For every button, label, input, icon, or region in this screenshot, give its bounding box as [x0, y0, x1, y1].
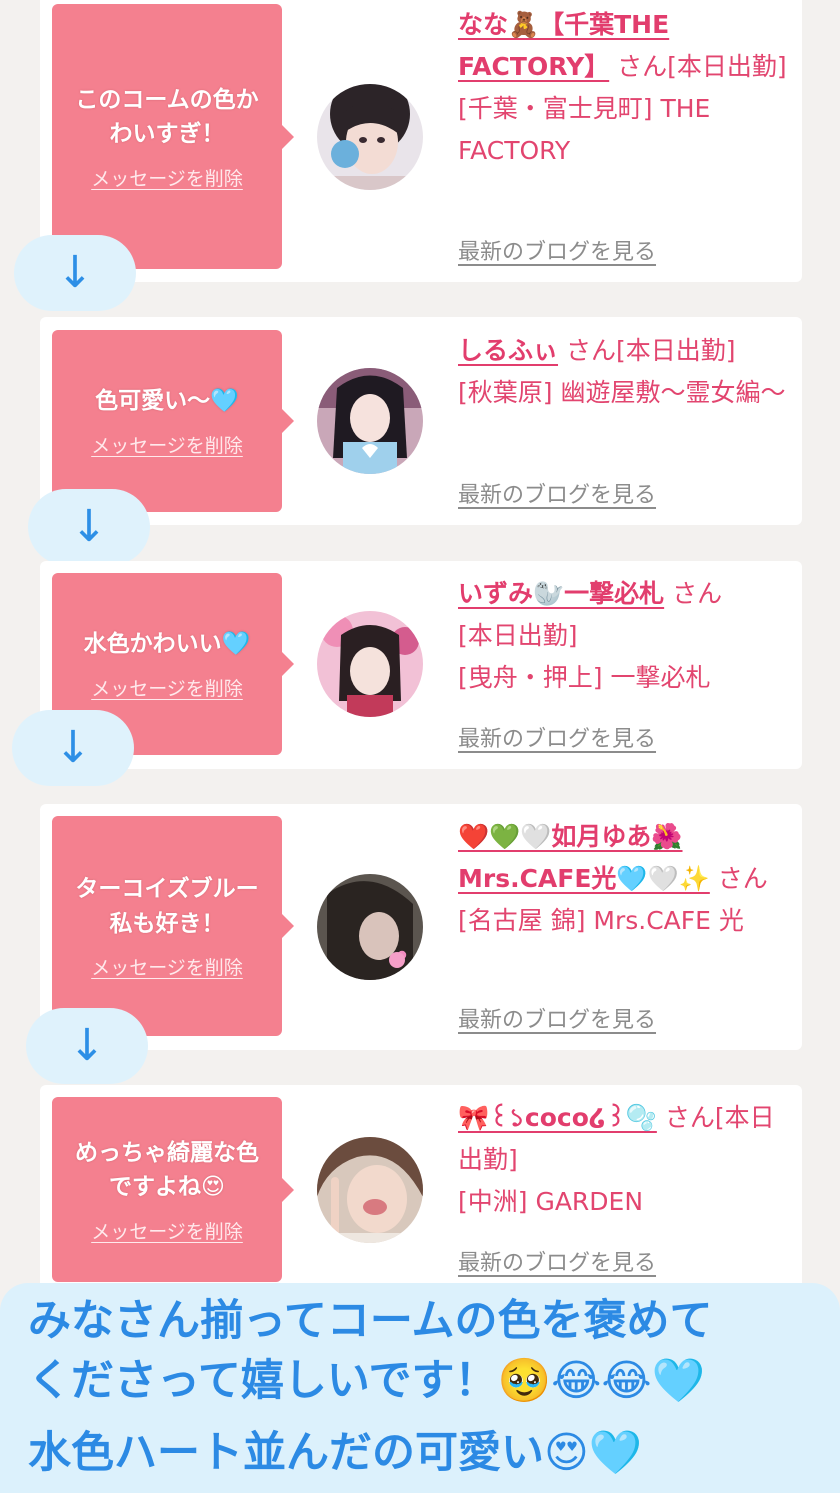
girl-status: さん	[717, 864, 768, 893]
girl-area: [千葉・富士見町] THE FACTORY	[458, 94, 711, 165]
girl-area: [中洲] GARDEN	[458, 1187, 644, 1216]
down-arrow-icon: ↓	[54, 722, 92, 773]
message-line: ターコイズブルー	[75, 876, 259, 902]
girl-status-line: [本日出勤]	[458, 621, 578, 650]
blog-link[interactable]: 最新のブログを見る	[458, 477, 656, 509]
delete-message-link[interactable]: メッセージを削除	[91, 1217, 243, 1244]
blog-link[interactable]: 最新のブログを見る	[458, 1245, 656, 1277]
delete-message-link[interactable]: メッセージを削除	[91, 431, 243, 458]
avatar-girl-1-icon	[317, 84, 423, 190]
down-arrow-sticker: ↓	[14, 235, 136, 311]
avatar-girl-5-icon	[317, 1137, 423, 1243]
delete-message-link[interactable]: メッセージを削除	[91, 953, 243, 980]
girl-info: しるふぃ さん[本日出勤] [秋葉原] 幽遊屋敷〜霊女編〜	[458, 330, 792, 414]
girl-status: さん	[672, 579, 723, 608]
avatar[interactable]	[317, 84, 423, 190]
message-line: ですよね😍	[109, 1174, 225, 1200]
message-bubble: めっちゃ綺麗な色 ですよね😍 メッセージを削除	[52, 1097, 294, 1282]
message-card: このコームの色か わいすぎ！ メッセージを削除 なな🧸【千葉THE FACTOR…	[40, 0, 802, 282]
avatar-girl-2-icon	[317, 368, 423, 474]
message-bubble: ターコイズブルー 私も好き！ メッセージを削除	[52, 816, 294, 1036]
page: このコームの色か わいすぎ！ メッセージを削除 なな🧸【千葉THE FACTOR…	[0, 0, 840, 1493]
girl-status: さん[本日出勤]	[565, 336, 736, 365]
avatar[interactable]	[317, 368, 423, 474]
down-arrow-sticker: ↓	[12, 710, 134, 786]
avatar-girl-4-icon	[317, 874, 423, 980]
avatar[interactable]	[317, 611, 423, 717]
down-arrow-icon: ↓	[56, 247, 94, 298]
message-line: めっちゃ綺麗な色	[75, 1139, 259, 1166]
girl-name-link[interactable]: 🎀꒰১coco໒꒱🫧	[458, 1103, 657, 1132]
girl-name-link[interactable]: ❤️💚🤍如月ゆあ🌺Mrs.CAFE光🩵🤍✨	[458, 822, 710, 893]
message-line: 色可愛い〜🩵	[95, 388, 239, 415]
message-text: このコームの色か わいすぎ！	[75, 83, 258, 152]
down-arrow-sticker: ↓	[28, 489, 150, 565]
message-card: ターコイズブルー 私も好き！ メッセージを削除 ❤️💚🤍如月ゆあ🌺Mrs.CAF…	[40, 804, 802, 1050]
blog-link[interactable]: 最新のブログを見る	[458, 234, 656, 266]
message-line: このコームの色か	[75, 86, 259, 113]
delete-message-link[interactable]: メッセージを削除	[91, 164, 243, 191]
girl-info: いずみ🦭一撃必札 さん [本日出勤] [曳舟・押上] 一撃必札	[458, 573, 792, 699]
message-text: 水色かわいい🩵	[84, 627, 251, 662]
girl-status: さん[本日出勤]	[617, 52, 787, 81]
caption-line: みなさん揃ってコームの色を褒めて	[28, 1296, 713, 1346]
blog-link[interactable]: 最新のブログを見る	[458, 1002, 656, 1034]
girl-info: なな🧸【千葉THE FACTORY】 さん[本日出勤] [千葉・富士見町] TH…	[458, 4, 792, 172]
message-line: わいすぎ！	[109, 121, 225, 147]
down-arrow-sticker: ↓	[26, 1008, 148, 1084]
message-bubble: このコームの色か わいすぎ！ メッセージを削除	[52, 4, 294, 269]
caption-overlay: みなさん揃ってコームの色を褒めて くださって嬉しいです！🥹😂😂🩵 水色ハート並ん…	[0, 1283, 840, 1493]
avatar[interactable]	[317, 874, 423, 980]
message-card: 水色かわいい🩵 メッセージを削除 いずみ🦭一撃必札 さん [本日出勤] [曳舟・…	[40, 561, 802, 769]
girl-area: [秋葉原] 幽遊屋敷〜霊女編〜	[458, 378, 786, 407]
message-text: めっちゃ綺麗な色 ですよね😍	[75, 1136, 259, 1205]
message-card: 色可愛い〜🩵 メッセージを削除 しるふぃ さん[本日出勤] [秋葉原] 幽遊屋敷…	[40, 317, 802, 525]
down-arrow-icon: ↓	[68, 1020, 106, 1071]
avatar-girl-3-icon	[317, 611, 423, 717]
blog-link[interactable]: 最新のブログを見る	[458, 721, 656, 753]
message-line: 水色かわいい🩵	[83, 631, 251, 658]
delete-message-link[interactable]: メッセージを削除	[91, 674, 243, 701]
girl-info: ❤️💚🤍如月ゆあ🌺Mrs.CAFE光🩵🤍✨ さん [名古屋 錦] Mrs.CAF…	[458, 816, 792, 942]
message-card: めっちゃ綺麗な色 ですよね😍 メッセージを削除 🎀꒰১coco໒꒱🫧 さん[本日…	[40, 1085, 802, 1293]
caption-line: 水色ハート並んだの可愛い😍🩵	[28, 1428, 643, 1478]
message-text: 色可愛い〜🩵	[95, 384, 239, 419]
message-text: ターコイズブルー 私も好き！	[75, 872, 258, 941]
girl-name-link[interactable]: いずみ🦭一撃必札	[458, 579, 664, 608]
down-arrow-icon: ↓	[70, 501, 108, 552]
avatar[interactable]	[317, 1137, 423, 1243]
girl-area: [名古屋 錦] Mrs.CAFE 光	[458, 906, 744, 935]
girl-area: [曳舟・押上] 一撃必札	[458, 663, 711, 692]
girl-name-link[interactable]: しるふぃ	[458, 336, 558, 365]
girl-info: 🎀꒰১coco໒꒱🫧 さん[本日出勤] [中洲] GARDEN	[458, 1097, 792, 1223]
message-bubble: 色可愛い〜🩵 メッセージを削除	[52, 330, 294, 512]
message-line: 私も好き！	[109, 910, 225, 937]
caption-line: くださって嬉しいです！🥹😂😂🩵	[28, 1356, 706, 1406]
